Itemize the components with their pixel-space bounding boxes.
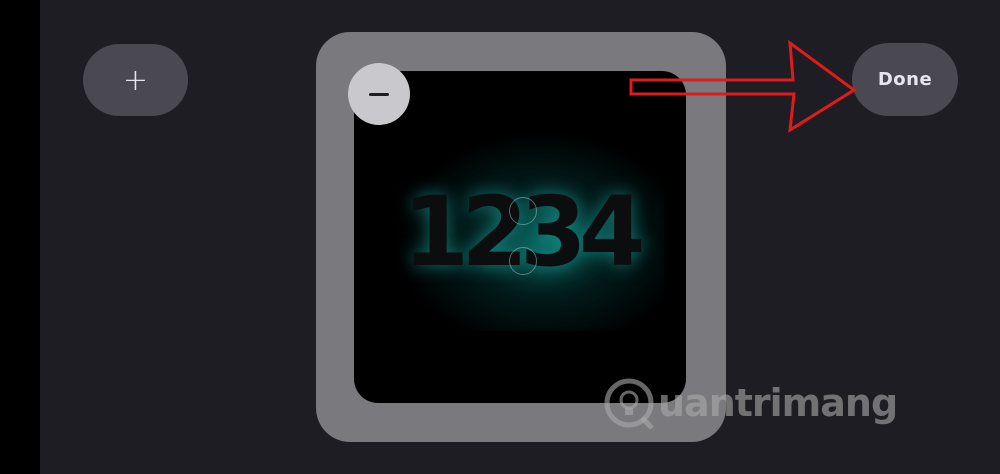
done-label: Done <box>877 69 933 90</box>
clock-colon-ring <box>509 197 537 225</box>
watermark-text: uantrimang <box>658 381 898 425</box>
arrow-annotation <box>629 40 857 133</box>
watermark: uantrimang <box>602 368 898 438</box>
add-widget-button[interactable]: + <box>83 44 188 116</box>
remove-face-button[interactable] <box>348 63 410 125</box>
lightbulb-logo-icon <box>604 378 654 430</box>
plus-icon: + <box>122 62 149 98</box>
clock-colon-ring <box>509 247 537 275</box>
minus-icon <box>369 92 389 96</box>
